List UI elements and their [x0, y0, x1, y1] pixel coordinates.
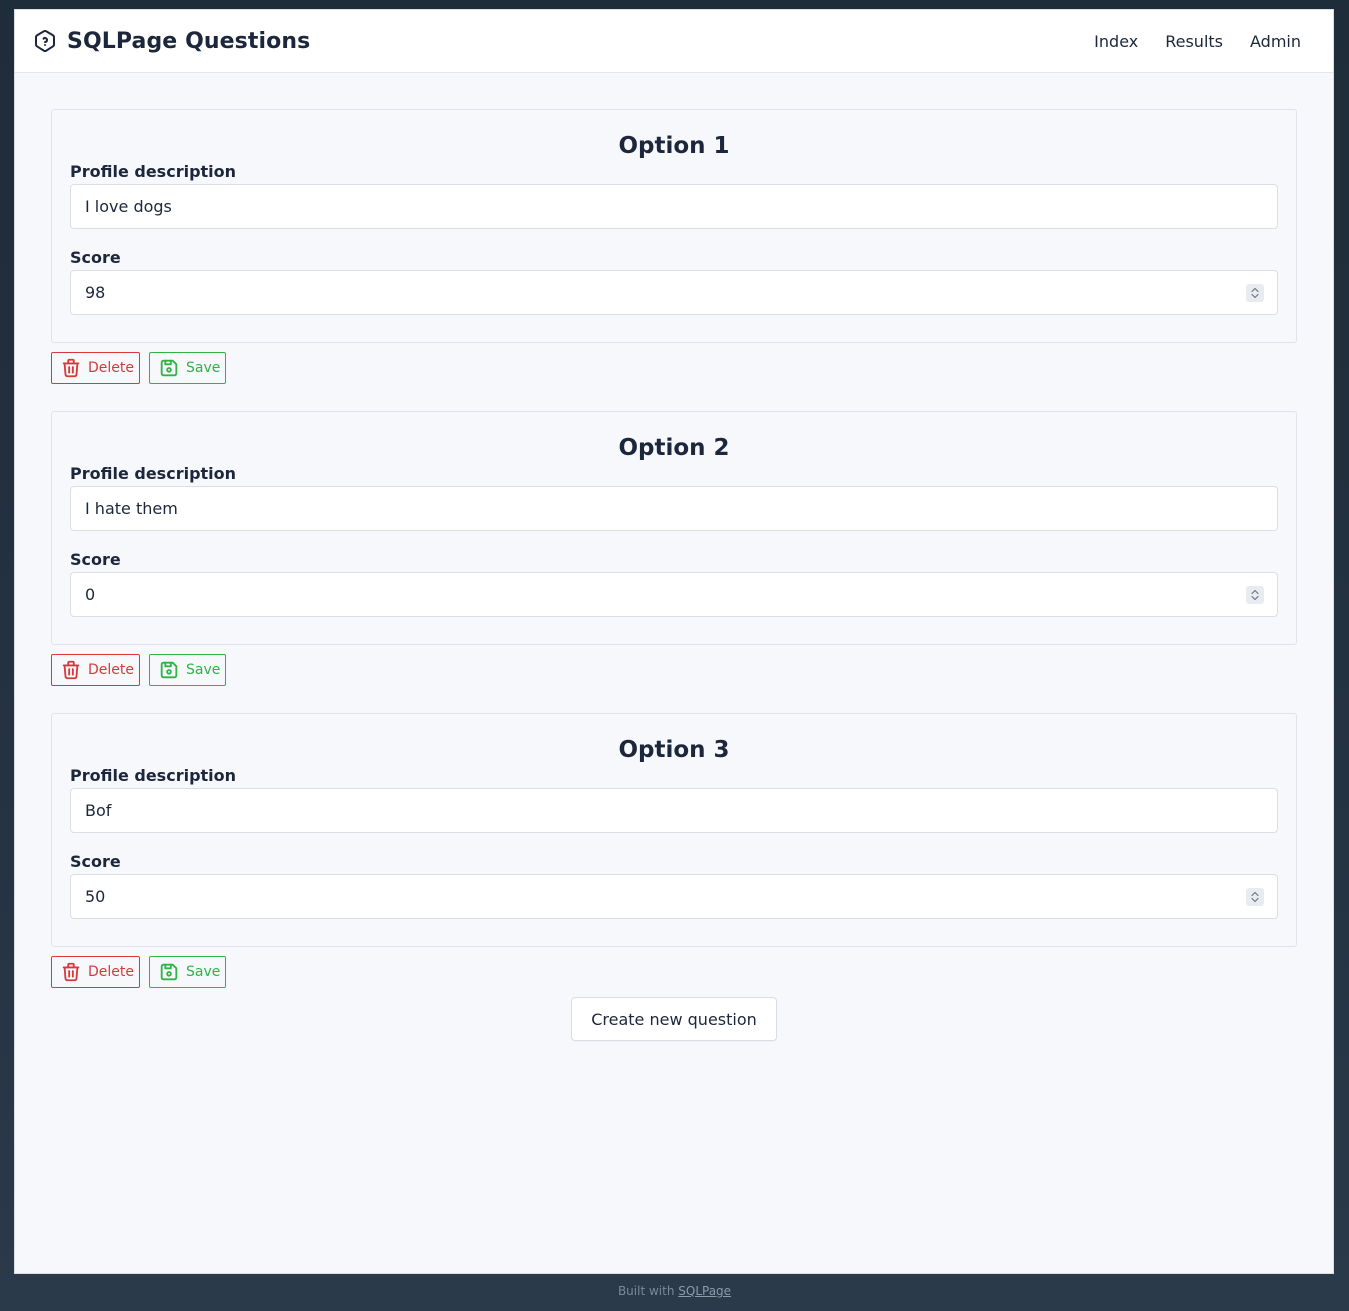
score-stepper[interactable] — [1246, 284, 1264, 302]
floppy-disk-icon — [160, 359, 178, 377]
save-button[interactable]: Save — [149, 352, 227, 384]
floppy-disk-icon — [160, 963, 178, 981]
footer: Built with SQLPage — [0, 1284, 1349, 1298]
option-card: Option 3 Profile description Score — [51, 713, 1297, 947]
score-stepper[interactable] — [1246, 586, 1264, 604]
main-content: Option 1 Profile description Score Delet… — [15, 73, 1333, 1041]
score-stepper[interactable] — [1246, 888, 1264, 906]
description-input[interactable] — [71, 789, 1277, 832]
nav-link-admin[interactable]: Admin — [1250, 32, 1301, 51]
top-navbar: SQLPage Questions Index Results Admin — [15, 10, 1333, 73]
footer-prefix: Built with — [617, 1284, 675, 1298]
nav-link-results[interactable]: Results — [1165, 32, 1223, 51]
page-container: SQLPage Questions Index Results Admin Op… — [14, 9, 1334, 1274]
option-actions: Delete Save — [51, 956, 1297, 988]
score-field-wrapper — [70, 874, 1278, 919]
option-card: Option 2 Profile description Score — [51, 411, 1297, 645]
delete-button[interactable]: Delete — [51, 352, 140, 384]
chevron-up-down-icon — [1251, 287, 1259, 299]
description-input[interactable] — [71, 185, 1277, 228]
description-label: Profile description — [70, 162, 237, 181]
score-label: Score — [70, 852, 121, 871]
description-field-wrapper — [70, 486, 1278, 531]
delete-button-label: Delete — [88, 662, 134, 678]
save-button-label: Save — [186, 360, 221, 376]
chevron-up-down-icon — [1251, 589, 1259, 601]
trash-icon — [62, 358, 80, 378]
description-label: Profile description — [70, 464, 237, 483]
description-field-wrapper — [70, 184, 1278, 229]
score-label: Score — [70, 248, 121, 267]
delete-button[interactable]: Delete — [51, 654, 140, 686]
create-question-wrapper: Create new question — [51, 997, 1297, 1041]
app-title: SQLPage Questions — [67, 28, 311, 54]
brand[interactable]: SQLPage Questions — [33, 29, 310, 54]
description-input[interactable] — [71, 487, 1277, 530]
description-label: Profile description — [70, 766, 237, 785]
floppy-disk-icon — [160, 661, 178, 679]
score-input[interactable] — [71, 573, 1277, 616]
save-button[interactable]: Save — [149, 654, 227, 686]
option-actions: Delete Save — [51, 654, 1297, 686]
save-button[interactable]: Save — [149, 956, 227, 988]
create-new-question-button[interactable]: Create new question — [571, 997, 777, 1041]
trash-icon — [62, 660, 80, 680]
delete-button-label: Delete — [88, 360, 134, 376]
nav-link-index[interactable]: Index — [1094, 32, 1138, 51]
score-input[interactable] — [71, 875, 1277, 918]
option-actions: Delete Save — [51, 352, 1297, 384]
trash-icon — [62, 962, 80, 982]
score-field-wrapper — [70, 572, 1278, 617]
chevron-up-down-icon — [1251, 891, 1259, 903]
footer-sqlpage-link[interactable]: SQLPage — [678, 1284, 731, 1298]
description-field-wrapper — [70, 788, 1278, 833]
delete-button[interactable]: Delete — [51, 956, 140, 988]
option-card: Option 1 Profile description Score — [51, 109, 1297, 343]
score-field-wrapper — [70, 270, 1278, 315]
option-title: Option 2 — [618, 435, 730, 461]
option-title: Option 3 — [618, 737, 730, 763]
hexagon-question-icon — [33, 29, 57, 53]
delete-button-label: Delete — [88, 964, 134, 980]
save-button-label: Save — [186, 662, 221, 678]
save-button-label: Save — [186, 964, 221, 980]
score-input[interactable] — [71, 271, 1277, 314]
option-title: Option 1 — [618, 133, 730, 159]
score-label: Score — [70, 550, 121, 569]
nav-links: Index Results Admin — [1094, 32, 1315, 51]
